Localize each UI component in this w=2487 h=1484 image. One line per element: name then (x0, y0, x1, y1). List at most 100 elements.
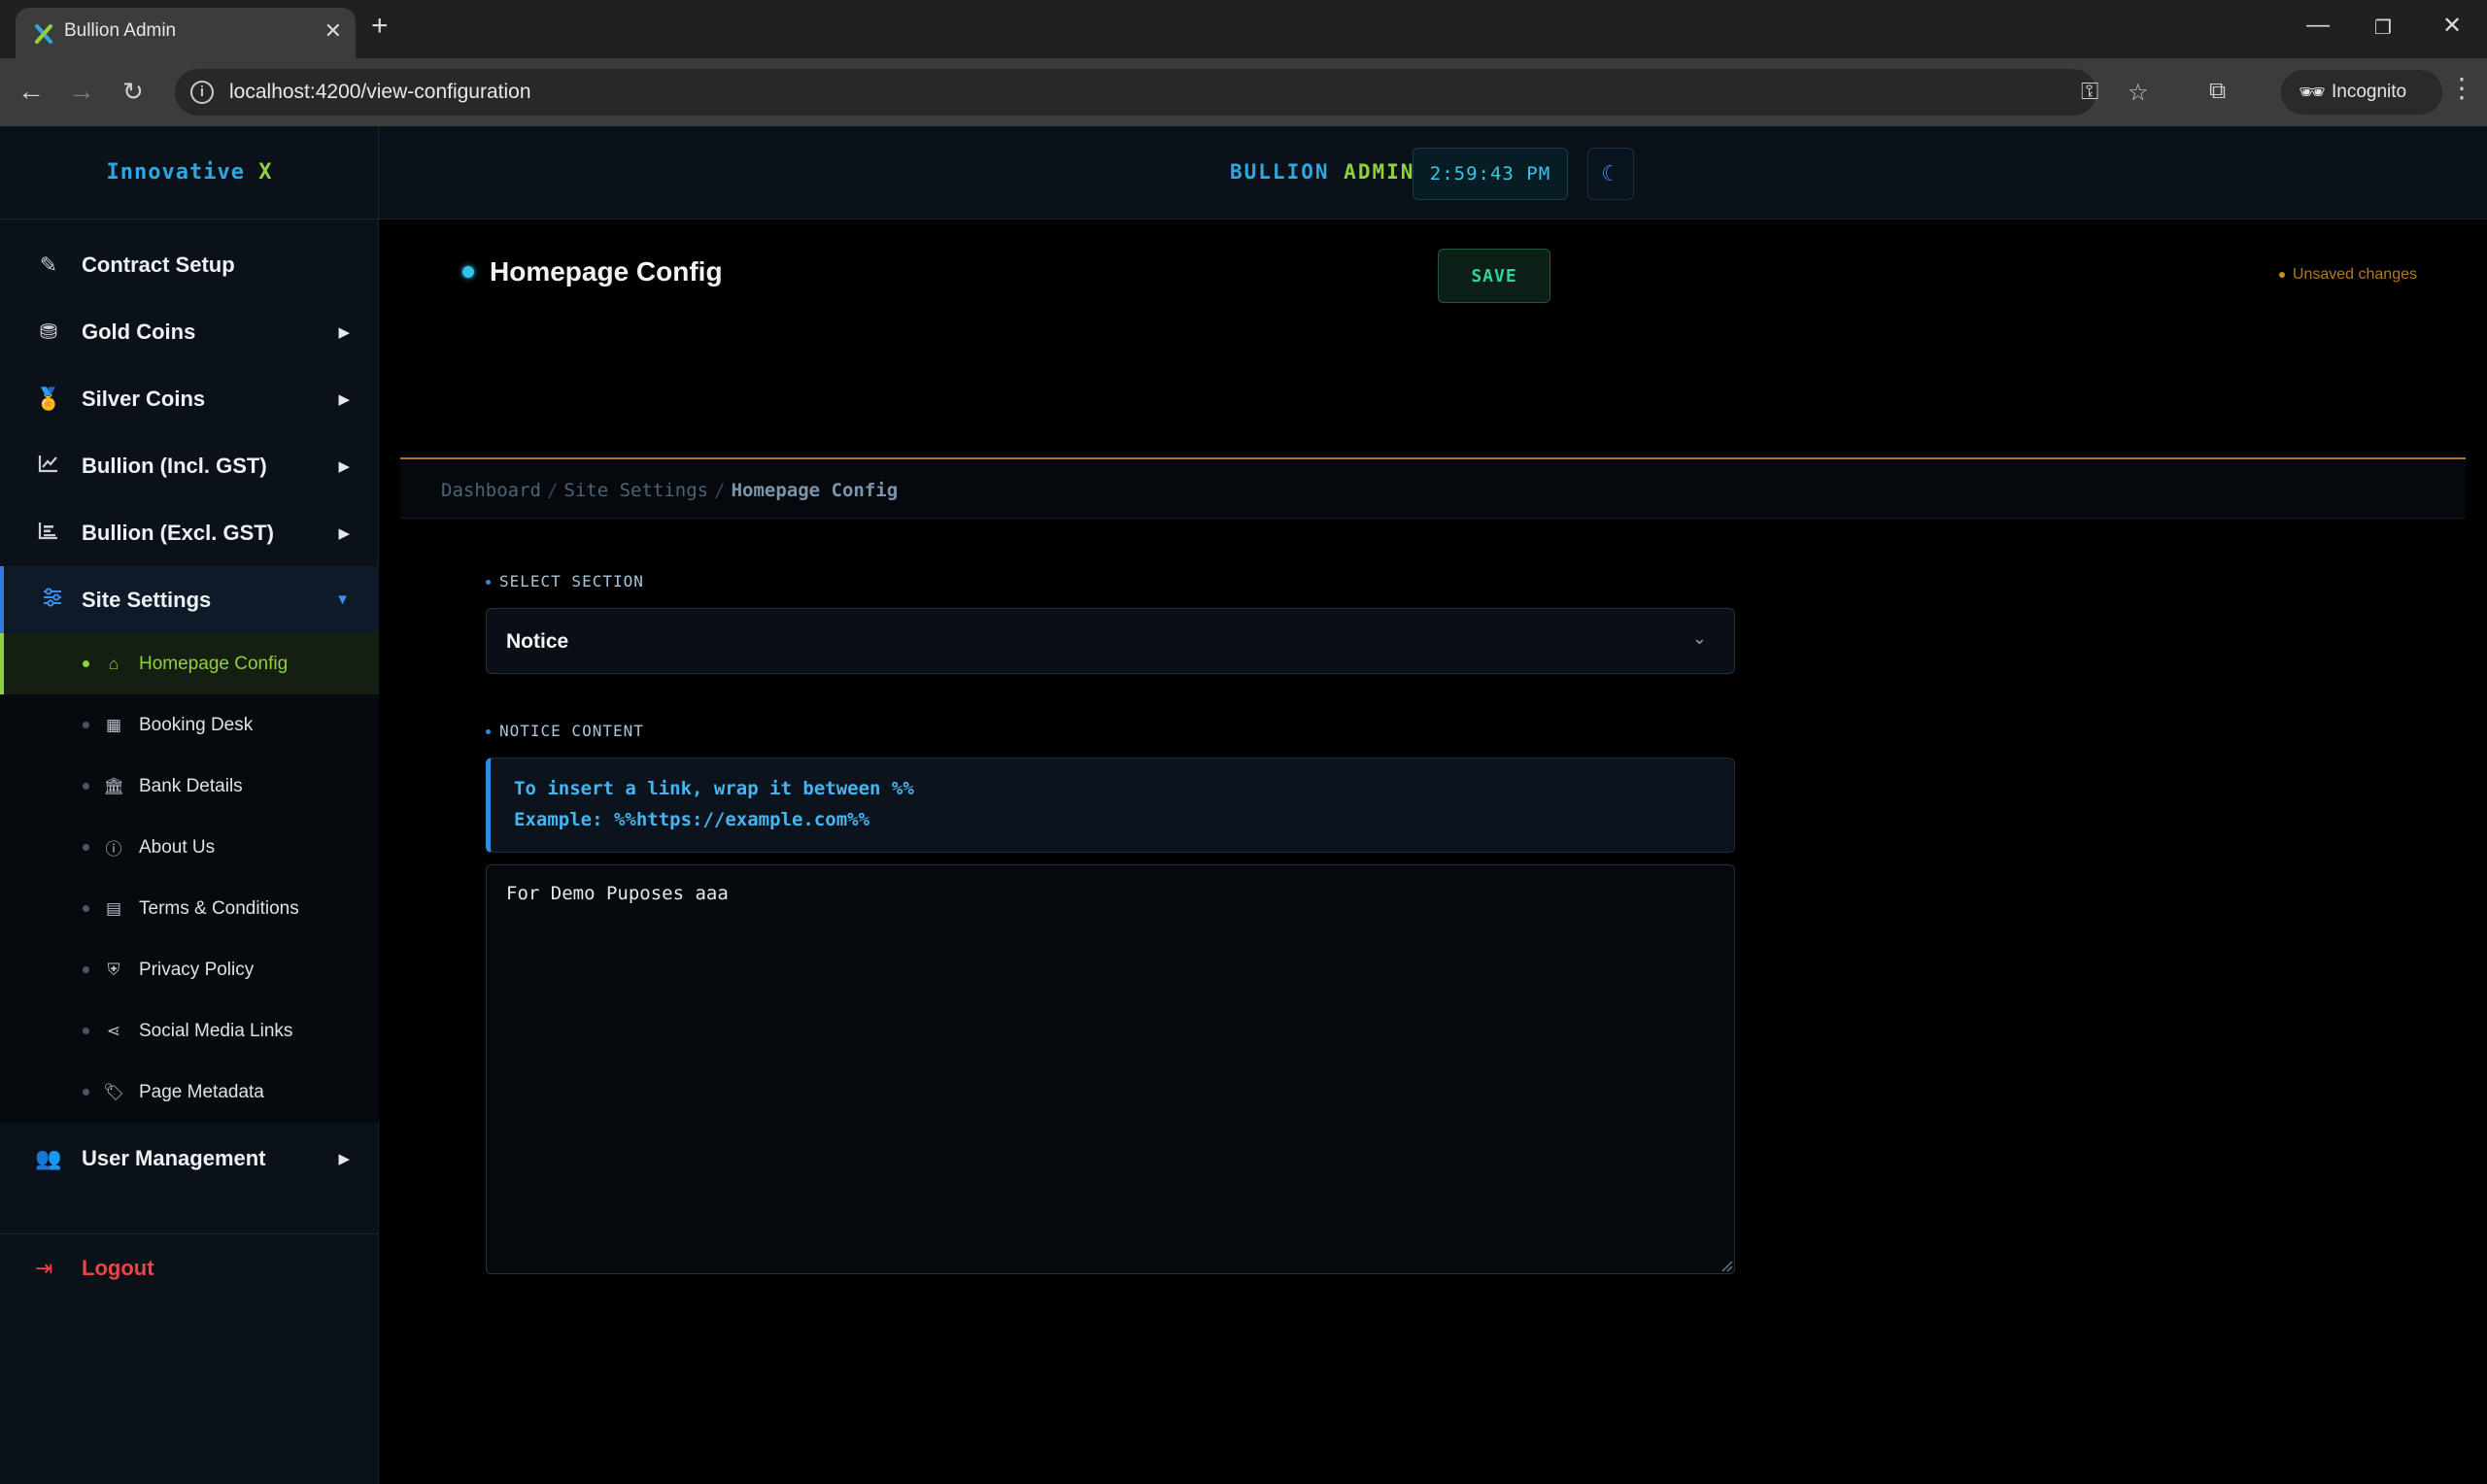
caret-right-icon: ▶ (338, 323, 350, 341)
sidebar-item-silver-coins[interactable]: 🏅 Silver Coins ▶ (0, 365, 379, 432)
shield-icon: ⛨ (107, 960, 120, 979)
incognito-label: Incognito (2332, 82, 2407, 102)
clock-display: 2:59:43 PM (1413, 148, 1568, 200)
line-chart-icon (35, 454, 62, 479)
bullet-dot (83, 966, 89, 973)
sidebar-item-bullion-excl-gst[interactable]: Bullion (Excl. GST) ▶ (0, 499, 379, 566)
site-info-icon[interactable]: i (190, 81, 214, 104)
app-root: Innovative X ✎ Contract Setup ⛃ Gold Coi… (0, 126, 2487, 1484)
page-title: Homepage Config (490, 256, 723, 287)
submenu-item-label: Terms & Conditions (139, 897, 299, 919)
bullet-dot (83, 660, 89, 667)
calendar-icon: ▦ (105, 715, 122, 734)
tab-title: Bullion Admin (64, 20, 177, 41)
sidebar-item-label: Bullion (Excl. GST) (82, 520, 275, 545)
sidebar-item-label: Site Settings (82, 587, 212, 612)
sidebar-item-label: Contract Setup (82, 252, 235, 277)
submenu-item-about-us[interactable]: ⓘ About Us (0, 817, 379, 878)
arrow-left-icon[interactable]: ← (17, 76, 45, 107)
submenu-item-booking-desk[interactable]: ▦ Booking Desk (0, 694, 379, 756)
save-button[interactable]: SAVE (1438, 249, 1550, 303)
restore-icon[interactable]: ❐ (2374, 16, 2392, 40)
sidebar-item-user-management[interactable]: 👥 User Management ▶ (0, 1125, 379, 1192)
medal-icon: 🏅 (35, 386, 62, 411)
sidebar-item-label: Silver Coins (82, 386, 206, 411)
browser-tab[interactable]: Bullion Admin ✕ (16, 8, 356, 58)
breadcrumb-current: Homepage Config (731, 480, 899, 501)
moon-icon: ☾ (1601, 161, 1620, 186)
page-header: Homepage Config SAVE Unsaved changes (400, 219, 2466, 460)
browser-tab-bar: Bullion Admin ✕ + — ❐ ✕ (0, 0, 2487, 58)
incognito-indicator[interactable]: 🕶 Incognito (2281, 70, 2442, 115)
bullet-dot (83, 844, 89, 851)
sidebar-item-gold-coins[interactable]: ⛃ Gold Coins ▶ (0, 298, 379, 365)
select-section-label: SELECT SECTION (486, 572, 644, 590)
brand[interactable]: Innovative X (0, 126, 379, 219)
sidebar-item-label: Gold Coins (82, 319, 196, 344)
close-window-icon[interactable]: ✕ (2442, 12, 2462, 40)
caret-right-icon: ▶ (338, 524, 350, 542)
tab-search-icon[interactable]: ⧉ (2209, 78, 2226, 105)
caret-right-icon: ▶ (338, 390, 350, 408)
submenu-item-terms-conditions[interactable]: ▤ Terms & Conditions (0, 878, 379, 939)
bar-chart-icon (35, 521, 62, 546)
reload-icon[interactable]: ↻ (122, 76, 144, 107)
submenu-item-homepage-config[interactable]: ⌂ Homepage Config (0, 633, 379, 694)
warning-dot (2278, 271, 2285, 278)
submenu-item-bank-details[interactable]: 🏛 Bank Details (0, 756, 379, 817)
key-icon[interactable]: ⚿ (2081, 79, 2098, 106)
submenu-item-label: About Us (139, 836, 216, 858)
submenu-item-privacy-policy[interactable]: ⛨ Privacy Policy (0, 939, 379, 1000)
sidebar-item-contract-setup[interactable]: ✎ Contract Setup (0, 231, 379, 298)
caret-right-icon: ▶ (338, 457, 350, 475)
brand-logo-text: Innovative X (106, 160, 273, 185)
submenu-item-page-metadata[interactable]: 🏷 Page Metadata (0, 1062, 379, 1123)
url-text[interactable]: localhost:4200/view-configuration (229, 81, 531, 104)
sidebar: Innovative X ✎ Contract Setup ⛃ Gold Coi… (0, 126, 379, 1484)
section-select[interactable]: Notice ⌄ (486, 608, 1735, 674)
sidebar-item-label: User Management (82, 1145, 266, 1170)
status-dot (462, 266, 474, 278)
info-icon: ⓘ (105, 840, 122, 859)
bank-icon: 🏛 (103, 776, 124, 795)
browser-menu-icon[interactable]: ⋮ (2448, 74, 2475, 103)
hint-line-2: Example: %%https://example.com%% (514, 809, 870, 830)
bullet-dot (83, 722, 89, 728)
x-logo-icon (35, 24, 52, 44)
address-bar[interactable]: i localhost:4200/view-configuration ⚿ ☆ (175, 69, 2149, 116)
logout-label: Logout (82, 1255, 154, 1280)
submenu-item-label: Booking Desk (139, 714, 254, 735)
site-settings-submenu: ⌂ Homepage Config ▦ Booking Desk 🏛 Bank … (0, 633, 379, 1123)
star-icon[interactable]: ☆ (2128, 79, 2149, 107)
new-tab-icon[interactable]: + (371, 12, 389, 41)
submenu-item-social-media-links[interactable]: ⋖ Social Media Links (0, 1000, 379, 1062)
sidebar-item-site-settings[interactable]: Site Settings ▼ (0, 566, 379, 633)
chevron-down-icon: ⌄ (1691, 628, 1707, 648)
logout-button[interactable]: ⇥ Logout (0, 1233, 379, 1301)
logout-icon: ⇥ (35, 1255, 53, 1280)
users-icon: 👥 (35, 1145, 62, 1170)
sidebar-item-label: Bullion (Incl. GST) (82, 453, 267, 478)
notice-content-textarea[interactable]: For Demo Puposes aaa (486, 864, 1735, 1274)
notice-content-label: NOTICE CONTENT (486, 722, 644, 740)
caret-down-icon: ▼ (335, 591, 350, 608)
breadcrumb-link-dashboard[interactable]: Dashboard (441, 480, 541, 501)
edit-icon: ✎ (39, 252, 58, 277)
incognito-icon: 🕶 (2299, 80, 2326, 104)
close-tab-icon[interactable]: ✕ (324, 18, 342, 44)
minimize-icon[interactable]: — (2306, 12, 2330, 39)
unsaved-changes-indicator: Unsaved changes (2278, 266, 2417, 284)
app-title: BULLION ADMIN (1230, 160, 1415, 184)
submenu-item-label: Social Media Links (139, 1020, 293, 1041)
breadcrumb: Dashboard / Site Settings / Homepage Config (400, 462, 2466, 519)
arrow-right-icon[interactable]: → (68, 76, 95, 107)
home-icon: ⌂ (108, 654, 119, 673)
theme-toggle-button[interactable]: ☾ (1587, 148, 1634, 200)
sidebar-item-bullion-incl-gst[interactable]: Bullion (Incl. GST) ▶ (0, 432, 379, 499)
bullet-dot (83, 905, 89, 912)
coins-icon: ⛃ (39, 319, 58, 344)
resize-grip-icon[interactable] (1720, 1259, 1733, 1272)
breadcrumb-link-site-settings[interactable]: Site Settings (563, 480, 708, 501)
top-header: BULLION ADMIN 2:59:43 PM ☾ (379, 126, 2487, 219)
breadcrumb-row: Dashboard / Site Settings / Homepage Config (441, 480, 899, 501)
